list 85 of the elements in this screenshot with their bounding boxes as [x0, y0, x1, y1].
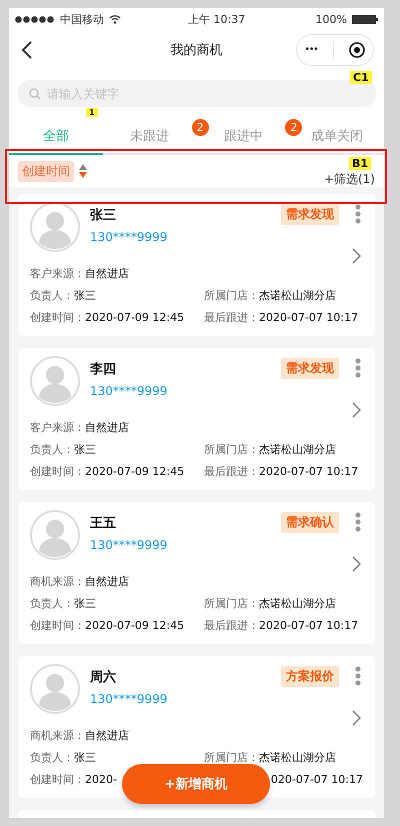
annotation-tag: 1 — [86, 108, 98, 117]
customer-name: 王五 — [90, 515, 117, 532]
field-value: 2020-07-09 12:45 — [85, 464, 184, 478]
phone-number: 130****9999 — [90, 384, 168, 398]
field-value: 杰诺松山湖分店 — [259, 288, 336, 302]
field-label: 负责人： — [30, 442, 74, 456]
field-label: 创建时间： — [30, 618, 85, 632]
field-label: 最后跟进： — [204, 310, 259, 324]
field-label: 所属门店： — [204, 288, 259, 302]
chevron-right-icon[interactable] — [352, 402, 361, 418]
field-label: 所属门店： — [204, 750, 259, 764]
battery-percent: 100% — [316, 12, 347, 26]
chevron-right-icon[interactable] — [352, 248, 361, 264]
field-label: 创建时间： — [30, 310, 85, 324]
signal-icon — [15, 16, 55, 22]
lead-card[interactable]: 李四 130****9999 需求发现 客户来源：自然进店 负责人：张三 所属门店：杰诺松山湖分店 创建时间：2020-07-09 12:45 最后跟进：2020-07-07 10:17 — [18, 348, 375, 490]
capsule-menu[interactable]: ••• — [296, 34, 374, 66]
lead-card[interactable]: 张三 130****9999 需求发现 客户来源：自然进店 负责人：张三 所属门店：杰诺松山湖分店 创建时间：2020-07-09 12:45 最后跟进：2020-07-07 10:17 — [18, 194, 375, 336]
field-value: 020-07-07 10:17 — [270, 772, 363, 786]
carrier-name: 中国移动 — [60, 12, 104, 26]
status-tag: 需求发现 — [281, 358, 339, 379]
field-label: 负责人： — [30, 596, 74, 610]
field-value: 2020-07-09 12:45 — [85, 310, 184, 324]
field-value: 杰诺松山湖分店 — [259, 596, 336, 610]
search-icon — [29, 88, 41, 100]
count-badge: 2 — [285, 119, 302, 136]
field-value: 自然进店 — [85, 574, 129, 588]
page-title: 我的商机 — [170, 42, 222, 59]
sort-icon[interactable] — [79, 163, 87, 179]
field-value: 自然进店 — [85, 266, 129, 280]
field-label: 客户来源： — [30, 420, 85, 434]
field-value: 自然进店 — [85, 728, 129, 742]
customer-name: 周六 — [90, 668, 117, 686]
filter-link[interactable]: +筛选(1) — [324, 171, 375, 188]
field-value: 张三 — [74, 750, 96, 764]
field-label: 商机来源： — [30, 574, 85, 588]
field-value: 杰诺松山湖分店 — [259, 750, 336, 764]
field-value: 2020-07-07 10:17 — [259, 618, 358, 632]
close-target-icon[interactable] — [349, 42, 366, 58]
field-label: 所属门店： — [204, 442, 259, 456]
more-icon[interactable] — [355, 512, 361, 532]
status-tag: 需求确认 — [281, 512, 339, 533]
status-tag: 需求发现 — [281, 204, 339, 225]
avatar-icon — [30, 202, 80, 252]
customer-name: 张三 — [90, 207, 117, 224]
phone-number: 130****9999 — [90, 230, 168, 244]
chevron-right-icon[interactable] — [352, 556, 361, 572]
field-label: 最后跟进： — [204, 464, 259, 478]
annotation-tag: C1 — [350, 71, 372, 84]
avatar-icon — [30, 356, 80, 406]
more-button[interactable]: ••• — [304, 45, 318, 55]
field-value: 张三 — [74, 442, 96, 456]
field-label: 创建时间： — [30, 772, 85, 786]
battery-icon — [352, 14, 378, 24]
phone-number: 130****9999 — [90, 692, 168, 706]
field-value: 自然进店 — [85, 420, 129, 434]
status-tag: 方案报价 — [281, 666, 339, 687]
field-value: 2020-07-07 10:17 — [259, 310, 358, 324]
avatar-icon — [30, 664, 80, 714]
field-value: 杰诺松山湖分店 — [259, 442, 336, 456]
field-label: 客户来源： — [30, 266, 85, 280]
status-time: 上午 10:37 — [188, 12, 246, 26]
field-label: 负责人： — [30, 288, 74, 302]
field-value: 2020-07-09 12:45 — [85, 618, 184, 632]
chevron-right-icon[interactable] — [352, 710, 361, 726]
field-value: 2020- — [85, 772, 117, 786]
count-badge: 2 — [192, 119, 209, 136]
annotation-tag: B1 — [349, 157, 372, 170]
field-value: 2020-07-07 10:17 — [259, 464, 358, 478]
avatar-icon — [30, 510, 80, 560]
wifi-icon — [109, 14, 121, 24]
lead-card[interactable]: 王五 130****9999 需求确认 商机来源：自然进店 负责人：张三 所属门店：杰诺松山湖分店 创建时间：2020-07-09 12:45 最后跟进：2020-07-07 10:17 — [18, 502, 375, 644]
field-label: 最后跟进： — [204, 618, 259, 632]
more-icon[interactable] — [355, 204, 361, 224]
field-label: 商机来源： — [30, 728, 85, 742]
field-label: 所属门店： — [204, 596, 259, 610]
field-label: 创建时间： — [30, 464, 85, 478]
customer-name: 李四 — [90, 361, 117, 378]
phone-number: 130****9999 — [90, 538, 168, 552]
field-value: 张三 — [74, 288, 96, 302]
field-label: 负责人： — [30, 750, 74, 764]
field-value: 张三 — [74, 596, 96, 610]
back-icon[interactable] — [21, 40, 33, 60]
more-icon[interactable] — [355, 358, 361, 378]
more-icon[interactable] — [355, 666, 361, 686]
